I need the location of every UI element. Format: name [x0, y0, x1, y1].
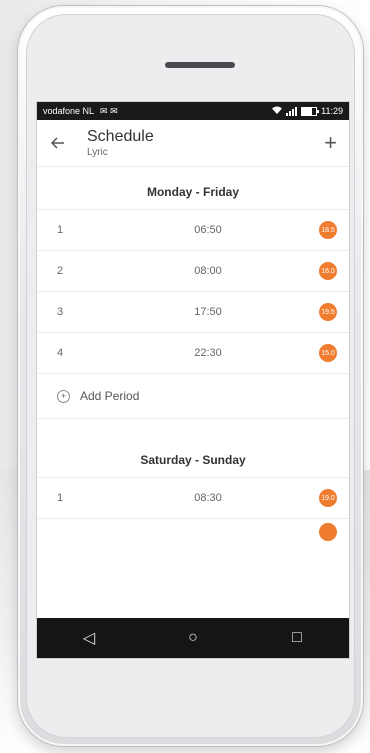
android-nav-bar: ◁ ○ □: [37, 618, 349, 658]
nav-recents-icon[interactable]: □: [287, 628, 307, 648]
period-time: 08:30: [194, 492, 222, 504]
schedule-row[interactable]: 4 22:30 15.0: [37, 332, 349, 373]
add-circle-icon: +: [57, 389, 70, 403]
schedule-row[interactable]: 3 17:50 19.5: [37, 291, 349, 332]
period-time: 08:00: [194, 265, 222, 277]
add-period-button[interactable]: + Add Period: [37, 373, 349, 419]
section-heading-weekday: Monday - Friday: [146, 185, 239, 199]
page-subtitle: Lyric: [87, 147, 108, 158]
temperature-badge: 18.5: [319, 221, 337, 239]
add-period-label: Add Period: [80, 389, 140, 403]
phone-screen: vodafone NL ✉ ✉ 11:29 Schedule Lyric + M…: [37, 102, 349, 658]
notification-icons: ✉ ✉: [100, 105, 118, 116]
status-bar: vodafone NL ✉ ✉ 11:29: [37, 102, 349, 120]
period-time: 22:30: [194, 347, 222, 359]
section-heading-weekend: Saturday - Sunday: [140, 453, 246, 467]
temperature-badge: 15.0: [319, 344, 337, 362]
schedule-row-partial[interactable]: [37, 518, 349, 541]
period-time: 17:50: [194, 306, 222, 318]
add-icon[interactable]: +: [324, 130, 337, 156]
wifi-icon: [272, 106, 283, 116]
temperature-badge: 19.5: [319, 303, 337, 321]
battery-icon: [301, 106, 320, 116]
temperature-badge: 19.0: [319, 489, 337, 507]
nav-back-icon[interactable]: ◁: [79, 628, 99, 648]
page-title: Schedule: [87, 128, 154, 145]
speaker-grille: [165, 62, 235, 68]
carrier-label: vodafone NL: [43, 106, 95, 116]
temperature-badge: 16.0: [319, 262, 337, 280]
back-arrow-icon[interactable]: [50, 133, 75, 154]
schedule-row[interactable]: 1 06:50 18.5: [37, 209, 349, 250]
schedule-row[interactable]: 2 08:00 16.0: [37, 250, 349, 291]
clock: 11:29: [321, 106, 343, 116]
schedule-row[interactable]: 1 08:30 19.0: [37, 477, 349, 518]
app-bar: Schedule Lyric +: [37, 120, 349, 167]
nav-home-icon[interactable]: ○: [183, 628, 203, 648]
temperature-badge-partial: [319, 523, 337, 541]
signal-icon: [286, 106, 298, 116]
period-time: 06:50: [194, 224, 222, 236]
